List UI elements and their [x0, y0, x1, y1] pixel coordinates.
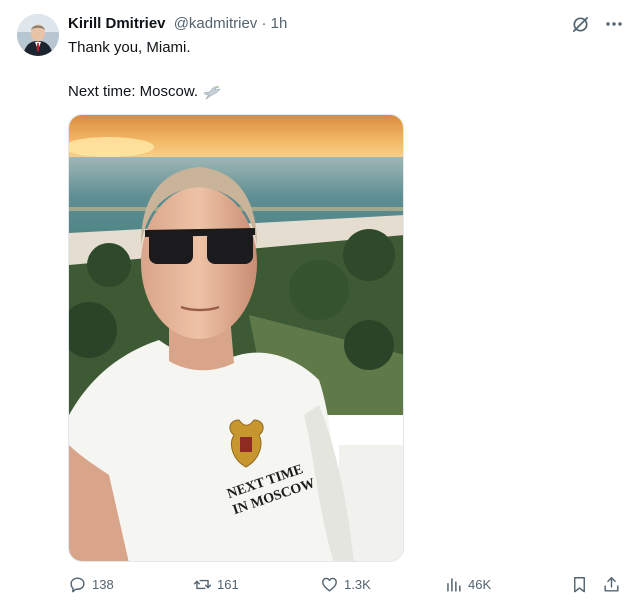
tweet-text-line-2: Next time: Moscow. [68, 82, 222, 102]
timestamp[interactable]: 1h [271, 15, 288, 32]
share-upload-icon [604, 577, 619, 592]
like-count: 1.3K [344, 577, 371, 592]
tweet-photo[interactable]: NEXT TIME IN MOSCOW [68, 114, 404, 562]
dove-emoji-icon [203, 86, 221, 100]
author-name[interactable]: Kirill Dmitriev [68, 15, 166, 32]
author-handle[interactable]: @kadmitriev [174, 15, 258, 32]
separator-dot: · [261, 15, 267, 32]
repost-count: 161 [217, 577, 239, 592]
tweet-text-line-2-label: Next time: Moscow. [68, 83, 199, 100]
share-button[interactable] [602, 575, 621, 594]
repost-arrows-icon [193, 579, 212, 590]
like-button[interactable]: 1.3K [320, 575, 371, 594]
bookmark-button[interactable] [570, 575, 589, 594]
analytics-bars-icon [447, 578, 461, 592]
reply-count: 138 [92, 577, 114, 592]
tweet-header: Kirill Dmitriev @kadmitriev · 1h [68, 15, 287, 33]
view-count: 46K [468, 577, 492, 592]
tweet-text-line-1: Thank you, Miami. [68, 39, 191, 56]
repost-button[interactable]: 161 [193, 575, 239, 594]
grok-slash-circle-icon[interactable] [570, 14, 590, 34]
avatar-photo [17, 14, 59, 56]
more-dots-icon[interactable] [604, 14, 624, 34]
views-button[interactable]: 46K [444, 575, 491, 594]
bookmark-icon [574, 577, 585, 593]
reply-bubble-icon [70, 577, 85, 593]
tweet-actions-bar: 138 161 1.3K 46K [68, 575, 624, 597]
avatar[interactable] [17, 14, 59, 56]
reply-button[interactable]: 138 [68, 575, 114, 594]
tweet-top-actions [570, 14, 624, 34]
heart-icon [322, 577, 337, 592]
